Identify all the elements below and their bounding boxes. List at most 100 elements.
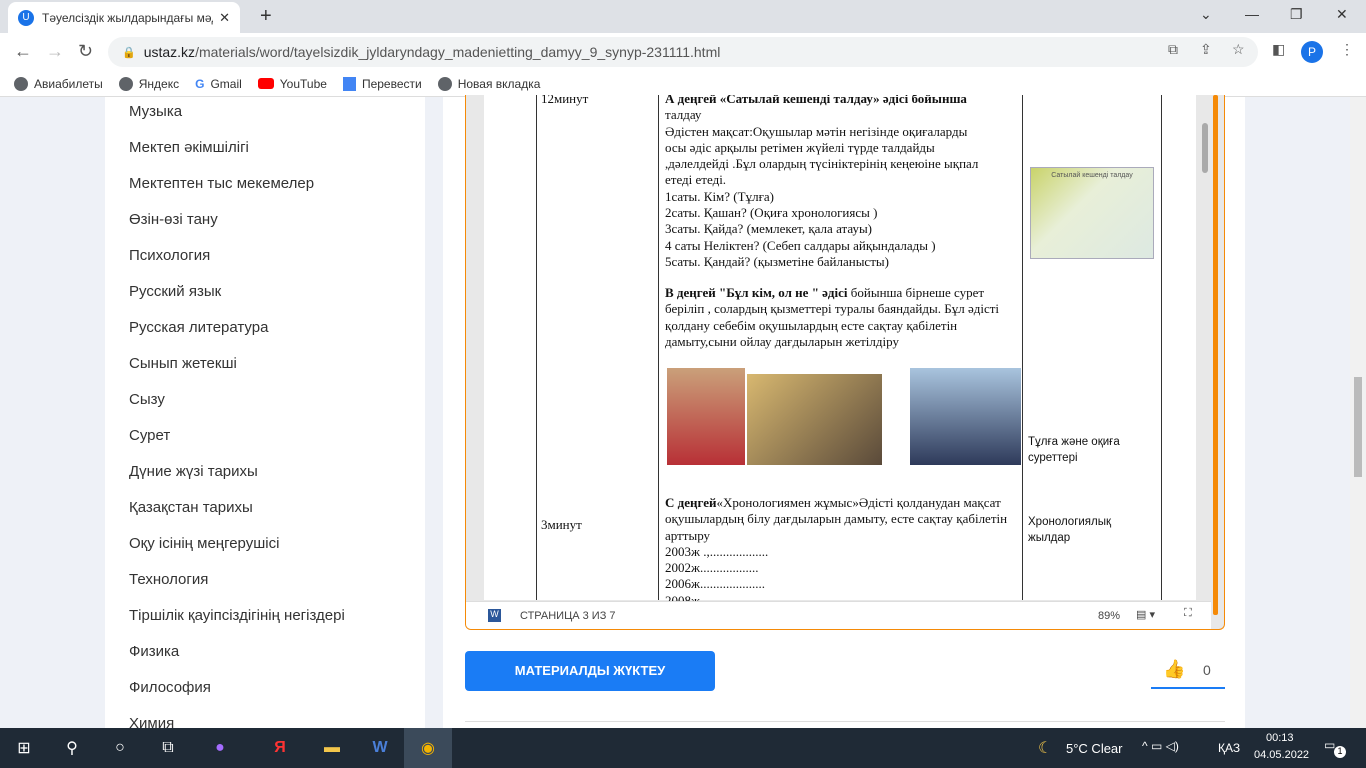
sidebar-item[interactable]: Қазақстан тарихы bbox=[105, 493, 425, 529]
download-material-button[interactable]: МАТЕРИАЛДЫ ЖҮКТЕУ bbox=[465, 651, 715, 691]
chrome-icon[interactable]: ◉ bbox=[404, 728, 452, 768]
sidebar-item[interactable]: Сурет bbox=[105, 421, 425, 457]
sidebar-item[interactable]: Дүние жүзі тарихы bbox=[105, 457, 425, 493]
cortana-icon[interactable]: ○ bbox=[96, 728, 144, 768]
sidebar-item[interactable]: Технология bbox=[105, 565, 425, 601]
row2-bold: В деңгей "Бұл кім, ол не " әдісі bbox=[665, 285, 848, 300]
year-line: 2006ж.................... bbox=[665, 576, 765, 592]
file-explorer-icon[interactable]: ▬ bbox=[308, 728, 356, 768]
tab-search-icon[interactable]: ⌄ bbox=[1200, 6, 1212, 23]
row1-line: А деңгей «Сатылай кешенді талдау» әдісі … bbox=[665, 95, 967, 106]
sidebar-item[interactable]: Русский язык bbox=[105, 277, 425, 313]
row2-content: В деңгей "Бұл кім, ол не " әдісі бойынша… bbox=[665, 285, 1020, 350]
word-app-icon[interactable]: W bbox=[356, 728, 404, 768]
portrait-photo bbox=[667, 368, 745, 465]
bookmark-translate[interactable]: Перевести bbox=[342, 76, 422, 91]
bookmark-aviabilety[interactable]: Авиабилеты bbox=[14, 76, 103, 91]
subject-sidebar: Музыка Мектеп әкімшілігі Мектептен тыс мек… bbox=[105, 97, 425, 728]
address-bar[interactable]: 🔒 ustaz.kz/materials/word/tayelsizdik_jy… bbox=[108, 37, 1258, 67]
browser-toolbar: ← → ↻ 🔒 ustaz.kz/materials/word/tayelsiz… bbox=[0, 33, 1366, 71]
sidebar-item[interactable]: Мектептен тыс мекемелер bbox=[105, 169, 425, 205]
tray-icons[interactable]: ^ ▭ ◁) bbox=[1142, 739, 1179, 753]
orange-accent-bar bbox=[1213, 95, 1218, 615]
resource-cell: Тұлға және оқиға суреттері bbox=[1028, 436, 1120, 464]
sidebar-item[interactable]: Химия bbox=[105, 709, 425, 728]
clock-date[interactable]: 04.05.2022 bbox=[1254, 749, 1309, 761]
sidebar-item[interactable]: Мектеп әкімшілігі bbox=[105, 133, 425, 169]
back-icon[interactable]: ← bbox=[14, 41, 32, 62]
view-mode-icon[interactable]: ▤ ▾ bbox=[1136, 608, 1155, 621]
fullscreen-icon[interactable]: ⛶ bbox=[1184, 607, 1192, 620]
url-path: /materials/word/tayelsizdik_jyldaryndagy… bbox=[195, 44, 721, 60]
tab-strip: U Тәуелсіздік жылдарындағы мәдениеттің д… bbox=[0, 0, 1366, 33]
translate-icon bbox=[342, 76, 356, 91]
row3-text: «Хронологиямен жұмыс»Әдісті қолданудан м… bbox=[665, 495, 1008, 543]
share-icon[interactable]: ⇪ bbox=[1200, 41, 1212, 58]
row1-line: етеді етеді. bbox=[665, 172, 727, 188]
alice-icon[interactable]: ● bbox=[196, 728, 244, 768]
sidebar-item[interactable]: Психология bbox=[105, 241, 425, 277]
image-caption: Сатылай кешенді талдау bbox=[1051, 172, 1133, 179]
sidebar-item[interactable]: Сынып жетекші bbox=[105, 349, 425, 385]
resource-cell: Хронологиялық жылдар bbox=[1028, 516, 1112, 544]
row1-line: Әдістен мақсат:Оқушылар мәтін негізінде … bbox=[665, 123, 968, 139]
thumbs-up-icon: 👍 bbox=[1163, 659, 1186, 679]
minimize-button[interactable]: — bbox=[1245, 6, 1259, 22]
url-host: ustaz.kz bbox=[143, 44, 196, 60]
close-window-button[interactable]: ✕ bbox=[1336, 6, 1348, 23]
task-view-icon[interactable]: ⧉ bbox=[144, 728, 192, 768]
document-page: 12минут А деңгей «Сатылай кешенді талдау… bbox=[484, 95, 1196, 608]
time-cell: 3минут bbox=[541, 517, 582, 532]
page-scrollbar[interactable] bbox=[1350, 97, 1366, 728]
menu-icon[interactable]: ⋮ bbox=[1340, 41, 1354, 58]
table-border bbox=[1161, 95, 1162, 600]
like-button[interactable]: 👍 0 bbox=[1151, 657, 1225, 689]
browser-tab[interactable]: U Тәуелсіздік жылдарындағы мәдениеттің д… bbox=[8, 2, 240, 33]
sidebar-item[interactable]: Философия bbox=[105, 673, 425, 709]
clock-time[interactable]: 00:13 bbox=[1266, 732, 1294, 744]
main-content: 12минут А деңгей «Сатылай кешенді талдау… bbox=[443, 95, 1245, 728]
sidebar-item[interactable]: Русская литература bbox=[105, 313, 425, 349]
globe-icon bbox=[14, 76, 28, 91]
table-border bbox=[1022, 95, 1023, 600]
bookmark-gmail[interactable]: G Gmail bbox=[195, 77, 242, 91]
bookmark-youtube[interactable]: YouTube bbox=[257, 77, 327, 91]
sidebar-item[interactable]: Өзін-өзі тану bbox=[105, 205, 425, 241]
sidebar-item[interactable]: Тіршілік қауіпсіздігінің негіздері bbox=[105, 601, 425, 637]
bookmark-label: Новая вкладка bbox=[457, 76, 541, 91]
table-border bbox=[536, 95, 537, 600]
close-tab-icon[interactable]: ✕ bbox=[219, 10, 230, 26]
bookmark-yandex[interactable]: Яндекс bbox=[118, 76, 180, 91]
year-line: 2003ж .,.................. bbox=[665, 543, 769, 559]
translate-icon[interactable]: ⧉ bbox=[1168, 41, 1178, 58]
bookmark-label: Перевести bbox=[361, 76, 422, 91]
moon-icon: ☾ bbox=[1038, 740, 1053, 757]
weather-text[interactable]: 5°C Clear bbox=[1066, 741, 1123, 756]
language-indicator[interactable]: ҚАЗ bbox=[1218, 741, 1240, 755]
globe-icon bbox=[437, 76, 452, 91]
portrait-photo bbox=[747, 374, 882, 465]
bookmark-label: Яндекс bbox=[138, 76, 180, 91]
bookmark-star-icon[interactable]: ☆ bbox=[1232, 41, 1245, 58]
maximize-button[interactable]: ❐ bbox=[1290, 6, 1303, 23]
bookmark-label: Gmail bbox=[210, 76, 242, 91]
side-panel-icon[interactable]: ◧ bbox=[1272, 41, 1285, 58]
start-button[interactable]: ⊞ bbox=[0, 728, 48, 768]
google-icon: G bbox=[195, 76, 205, 91]
sidebar-item[interactable]: Музыка bbox=[105, 97, 425, 133]
row1-content: А деңгей «Сатылай кешенді талдау» әдісі … bbox=[665, 95, 1020, 270]
reload-icon[interactable]: ↻ bbox=[78, 41, 93, 62]
new-tab-button[interactable]: + bbox=[260, 5, 272, 28]
profile-avatar[interactable]: P bbox=[1301, 41, 1323, 63]
portrait-photo bbox=[910, 368, 1021, 465]
forward-icon[interactable]: → bbox=[46, 41, 64, 62]
sidebar-item[interactable]: Сызу bbox=[105, 385, 425, 421]
sidebar-item[interactable]: Физика bbox=[105, 637, 425, 673]
search-icon[interactable]: ⚲ bbox=[48, 728, 96, 768]
year-line: 2002ж.................. bbox=[665, 560, 759, 576]
zoom-level[interactable]: 89% bbox=[1098, 610, 1120, 622]
viewer-scrollbar[interactable] bbox=[1202, 95, 1210, 625]
sidebar-item[interactable]: Оқу ісінің меңгерушісі bbox=[105, 529, 425, 565]
yandex-browser-icon[interactable]: Я bbox=[256, 728, 304, 768]
bookmark-new-tab[interactable]: Новая вкладка bbox=[437, 76, 541, 91]
